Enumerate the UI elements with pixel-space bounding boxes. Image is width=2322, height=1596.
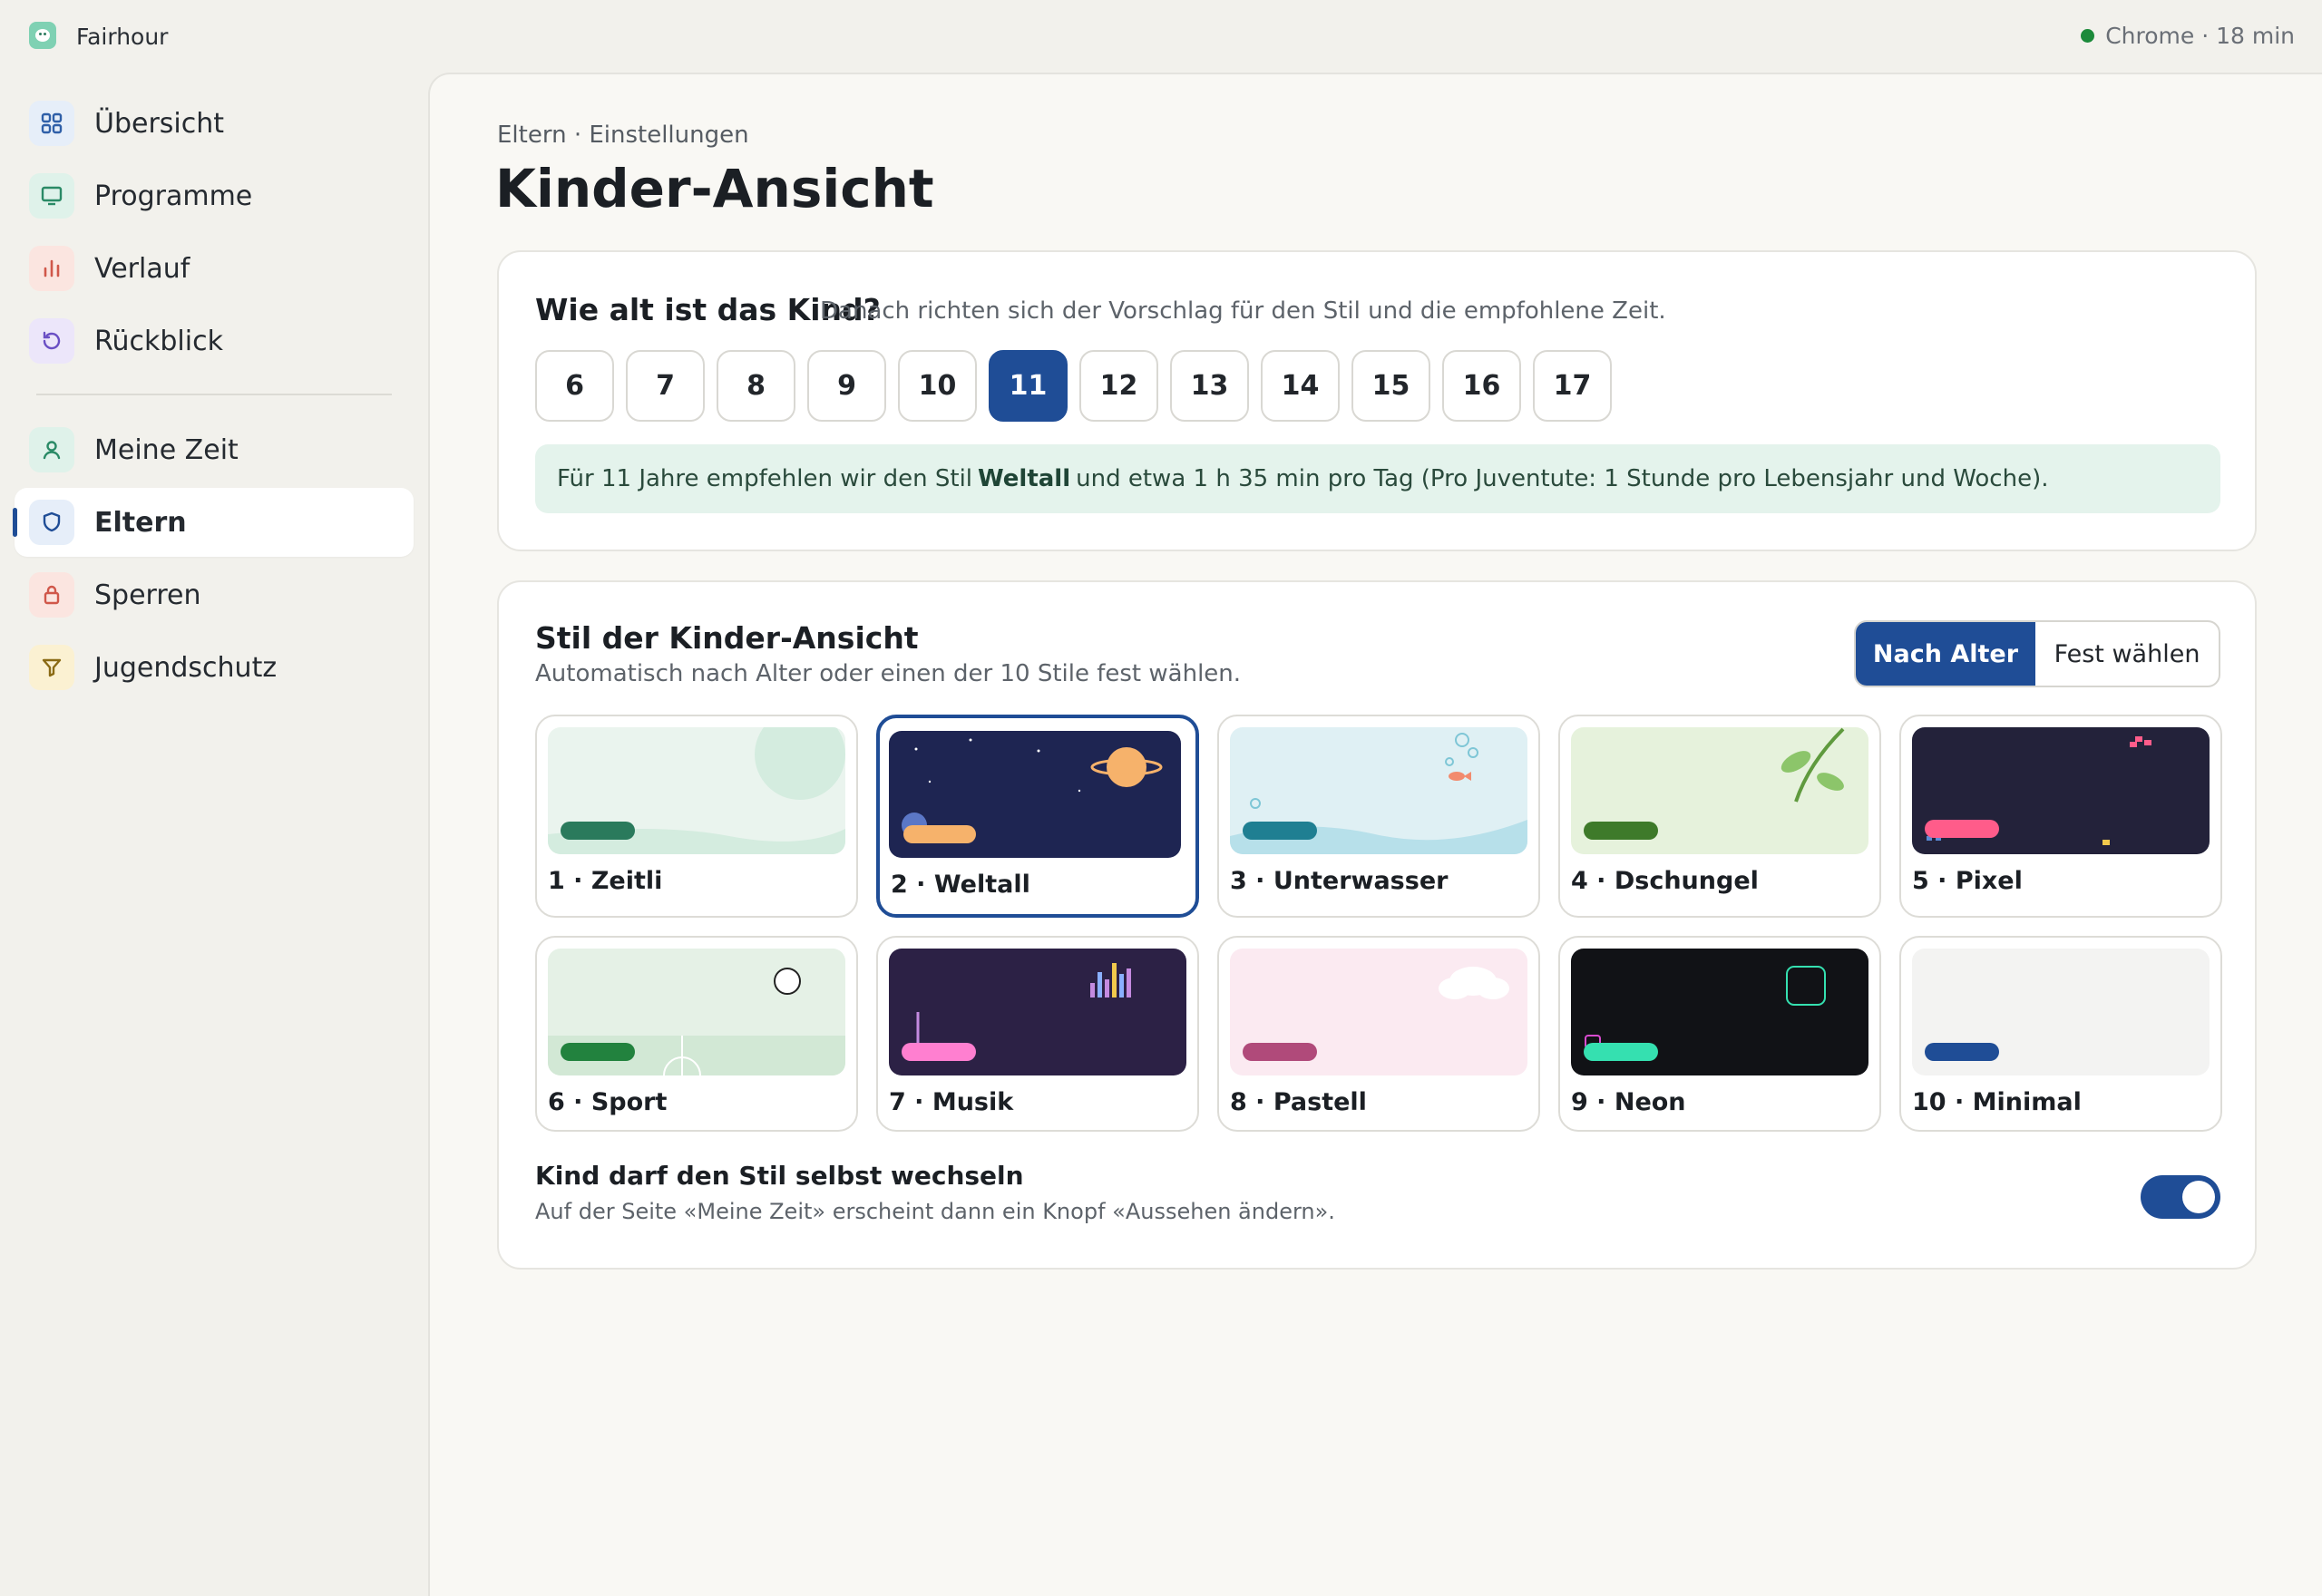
sidebar-divider — [36, 394, 392, 395]
style-preview — [1230, 727, 1527, 854]
style-tile-label: 1 · Zeitli — [548, 867, 663, 895]
recommendation-banner: Für 11 Jahre empfehlen wir den Stil Welt… — [535, 444, 2220, 513]
style-tile-label: 10 · Minimal — [1912, 1088, 2082, 1116]
sidebar-item-uebersicht[interactable]: Übersicht — [15, 89, 414, 158]
style-switch-toggle[interactable] — [2141, 1175, 2220, 1219]
sidebar-item-label: Sperren — [94, 579, 201, 611]
style-preview — [1571, 727, 1868, 854]
style-tile-unterwasser[interactable]: 3 · Unterwasser — [1217, 715, 1540, 918]
app-name: Fairhour — [76, 24, 169, 50]
style-tile-label: 8 · Pastell — [1230, 1088, 1367, 1116]
sidebar-item-sperren[interactable]: Sperren — [15, 560, 414, 629]
style-tile-zeitli[interactable]: 1 · Zeitli — [535, 715, 858, 918]
shield-icon — [29, 500, 74, 545]
age-option-10[interactable]: 10 — [898, 350, 977, 422]
lock-icon — [29, 572, 74, 618]
style-tile-label: 3 · Unterwasser — [1230, 867, 1449, 895]
age-option-17[interactable]: 17 — [1533, 350, 1612, 422]
age-option-11[interactable]: 11 — [989, 350, 1068, 422]
style-preview — [1571, 949, 1868, 1075]
sidebar-item-label: Meine Zeit — [94, 433, 239, 466]
toggle-title: Kind darf den Stil selbst wechseln — [535, 1161, 1024, 1191]
style-subtitle: Automatisch nach Alter oder einen der 10… — [535, 660, 1242, 687]
style-mode-switch: Nach Alter Fest wählen — [1854, 620, 2220, 687]
recommendation-text-rest: und etwa 1 h 35 min pro Tag (Pro Juventu… — [1076, 465, 2049, 492]
style-tile-label: 5 · Pixel — [1912, 867, 2023, 895]
style-preview — [1912, 727, 2210, 854]
style-tile-sport[interactable]: 6 · Sport — [535, 936, 858, 1132]
style-tile-label: 4 · Dschungel — [1571, 867, 1759, 895]
age-option-14[interactable]: 14 — [1261, 350, 1340, 422]
style-tile-label: 6 · Sport — [548, 1088, 668, 1116]
style-tile-pastell[interactable]: 8 · Pastell — [1217, 936, 1540, 1132]
app-logo-icon — [29, 22, 56, 49]
page-title: Kinder-Ansicht — [495, 158, 934, 219]
style-title: Stil der Kinder-Ansicht — [535, 620, 919, 656]
style-preview — [889, 949, 1186, 1075]
style-tile-neon[interactable]: 9 · Neon — [1558, 936, 1881, 1132]
style-preview — [548, 727, 845, 854]
filter-icon — [29, 645, 74, 690]
history-icon — [29, 318, 74, 364]
style-tile-pixel[interactable]: 5 · Pixel — [1899, 715, 2222, 918]
sidebar-item-label: Rückblick — [94, 325, 223, 357]
age-option-7[interactable]: 7 — [626, 350, 705, 422]
toggle-subtitle: Auf der Seite «Meine Zeit» erscheint dan… — [535, 1199, 1335, 1224]
sidebar-item-verlauf[interactable]: Verlauf — [15, 234, 414, 303]
age-option-15[interactable]: 15 — [1351, 350, 1430, 422]
style-preview — [1912, 949, 2210, 1075]
style-preview — [1230, 949, 1527, 1075]
age-card: Wie alt ist das Kind? Danach richten sic… — [497, 250, 2257, 551]
bar-chart-icon — [29, 246, 74, 291]
sidebar-item-label: Jugendschutz — [94, 651, 278, 684]
grid-icon — [29, 101, 74, 146]
mode-fixed-button[interactable]: Fest wählen — [2035, 622, 2219, 686]
status-text: Chrome · 18 min — [2105, 23, 2295, 49]
person-icon — [29, 427, 74, 472]
style-tile-label: 9 · Neon — [1571, 1088, 1686, 1116]
age-option-9[interactable]: 9 — [807, 350, 886, 422]
sidebar-item-label: Programme — [94, 180, 253, 212]
style-tile-dschungel[interactable]: 4 · Dschungel — [1558, 715, 1881, 918]
style-tile-weltall[interactable]: 2 · Weltall — [876, 715, 1199, 918]
status-dot-icon — [2081, 29, 2095, 43]
age-option-12[interactable]: 12 — [1079, 350, 1158, 422]
style-card: Stil der Kinder-Ansicht Automatisch nach… — [497, 580, 2257, 1270]
style-tile-minimal[interactable]: 10 · Minimal — [1899, 936, 2222, 1132]
recommendation-style: Weltall — [978, 465, 1071, 492]
style-tile-label: 2 · Weltall — [891, 871, 1030, 899]
age-option-6[interactable]: 6 — [535, 350, 614, 422]
style-tile-label: 7 · Musik — [889, 1088, 1014, 1116]
sidebar-item-meine-zeit[interactable]: Meine Zeit — [15, 415, 414, 484]
sidebar-item-eltern[interactable]: Eltern — [13, 488, 414, 557]
top-bar: Fairhour Chrome · 18 min — [0, 0, 2322, 73]
status-indicator: Chrome · 18 min — [2081, 23, 2295, 49]
toggle-knob — [2182, 1181, 2215, 1213]
sidebar-item-jugendschutz[interactable]: Jugendschutz — [15, 633, 414, 702]
sidebar-item-label: Übersicht — [94, 107, 225, 140]
age-option-16[interactable]: 16 — [1442, 350, 1521, 422]
age-option-13[interactable]: 13 — [1170, 350, 1249, 422]
age-option-8[interactable]: 8 — [717, 350, 795, 422]
recommendation-text: Für 11 Jahre empfehlen wir den Stil — [557, 465, 973, 492]
age-hint: Danach richten sich der Vorschlag für de… — [820, 297, 1666, 325]
mode-auto-button[interactable]: Nach Alter — [1856, 622, 2035, 686]
breadcrumb: Eltern · Einstellungen — [497, 122, 749, 149]
age-selector: 6 7 8 9 10 11 12 13 14 15 16 17 — [535, 350, 1612, 422]
sidebar: Übersicht Programme Verlauf Rückblick Me… — [13, 89, 414, 706]
style-preview — [548, 949, 845, 1075]
style-tile-musik[interactable]: 7 · Musik — [876, 936, 1199, 1132]
monitor-icon — [29, 173, 74, 219]
sidebar-item-label: Eltern — [94, 506, 187, 539]
sidebar-item-rueckblick[interactable]: Rückblick — [15, 307, 414, 375]
main-content: Eltern · Einstellungen Kinder-Ansicht Wi… — [428, 73, 2322, 1596]
sidebar-item-label: Verlauf — [94, 252, 190, 285]
style-preview — [889, 731, 1181, 858]
sidebar-item-programme[interactable]: Programme — [15, 161, 414, 230]
